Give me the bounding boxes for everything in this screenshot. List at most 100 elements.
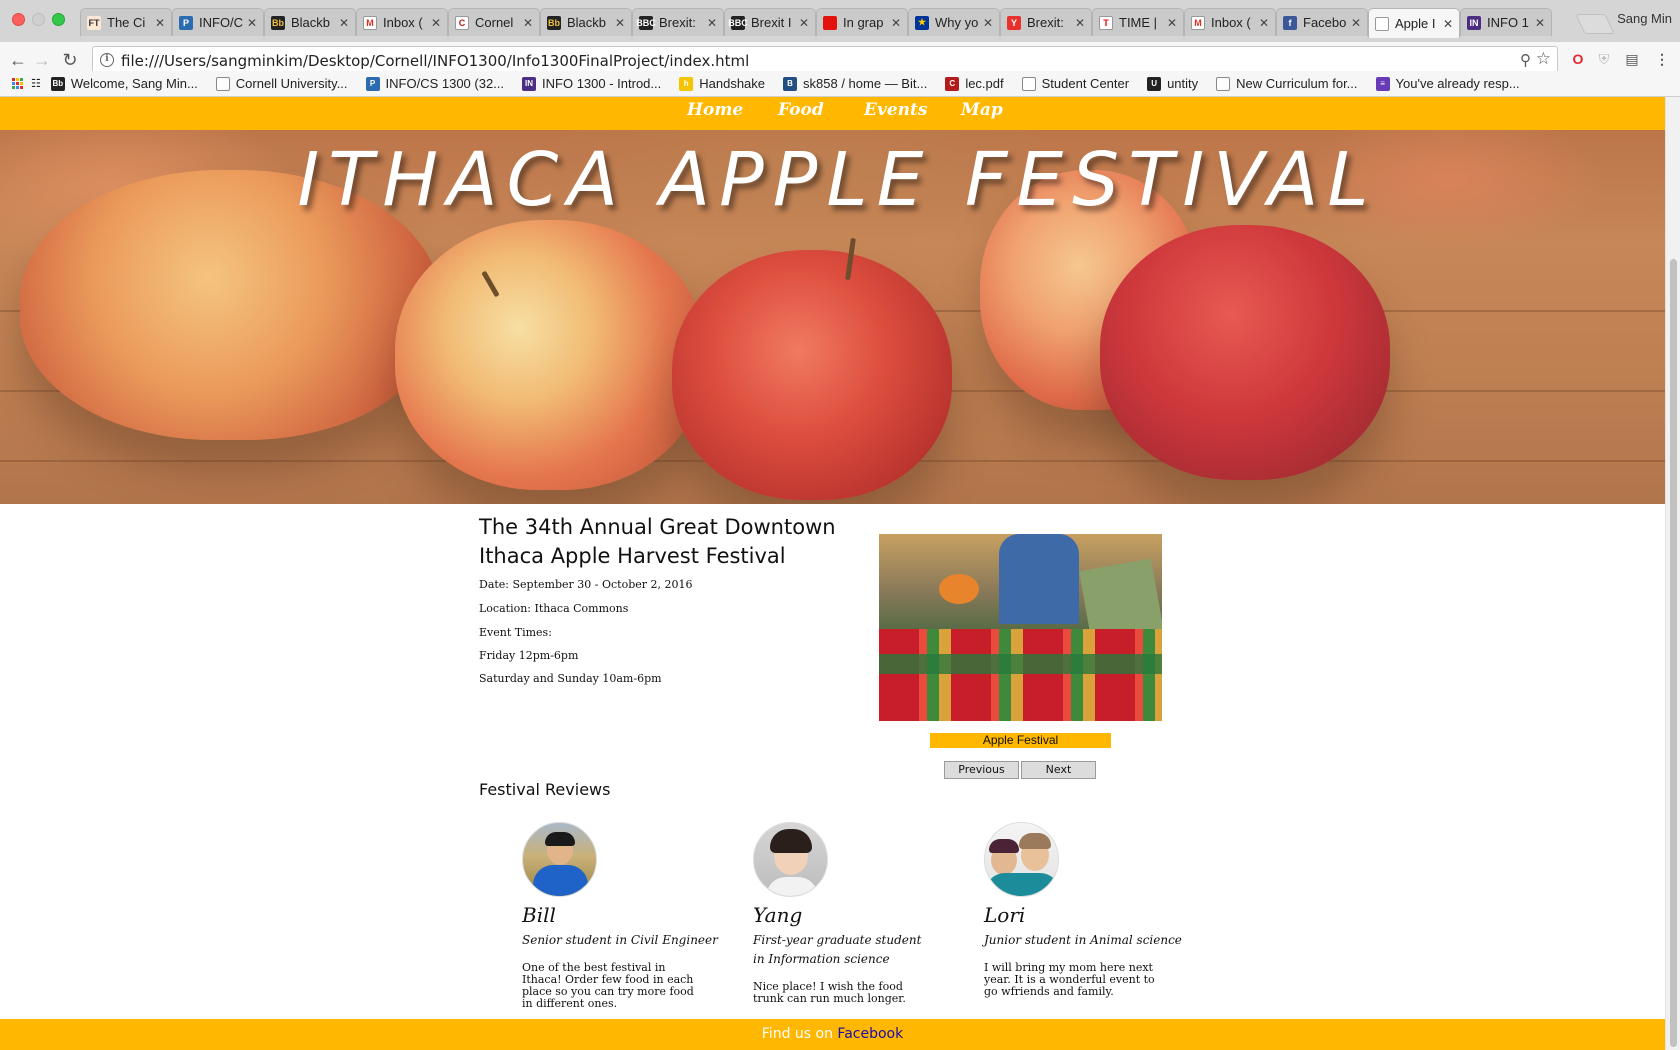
tab-close-icon[interactable]: ✕ (983, 16, 993, 30)
tab-title: INFO/C (199, 15, 243, 30)
bookmark-item[interactable]: Clec.pdf (945, 76, 1004, 91)
profile-name[interactable]: Sang Min (1617, 11, 1672, 26)
browser-tab[interactable]: f Facebo ✕ (1276, 8, 1368, 36)
browser-tab[interactable]: Apple I ✕ (1368, 8, 1460, 38)
window-close-button[interactable] (12, 13, 25, 26)
browser-tab[interactable]: BBC Brexit I ✕ (724, 8, 816, 36)
browser-tab[interactable]: FT The Ci ✕ (80, 8, 172, 36)
tab-close-icon[interactable]: ✕ (523, 16, 533, 30)
browser-tab[interactable]: BBC Brexit: ✕ (632, 8, 724, 36)
tab-close-icon[interactable]: ✕ (155, 16, 165, 30)
tab-title: Facebo (1303, 15, 1347, 30)
browser-tab[interactable]: Bb Blackb ✕ (540, 8, 632, 36)
bookmark-label: INFO 1300 - Introd... (542, 76, 662, 91)
tab-title: INFO 1 (1487, 15, 1529, 30)
tab-favicon-icon: Bb (547, 15, 561, 30)
tab-title: In grap (843, 15, 884, 30)
bookmark-item[interactable]: IN INFO 1300 - Introd... (522, 76, 661, 91)
bookmark-favicon-icon: IN (522, 76, 537, 91)
nav-food[interactable]: Food (778, 100, 824, 120)
shield-extension-icon[interactable]: ⛨ (1594, 49, 1614, 69)
zoom-icon[interactable]: ⚲ (1520, 51, 1531, 69)
bookmark-item[interactable]: h Handshake (679, 76, 765, 91)
bookmark-item[interactable]: Student Center (1021, 76, 1129, 91)
reload-icon[interactable]: ↻ (58, 48, 82, 72)
site-info-icon[interactable]: i (100, 53, 114, 67)
reviewer-name: Yang (753, 903, 803, 927)
tab-close-icon[interactable]: ✕ (615, 16, 625, 30)
browser-tab[interactable]: Bb Blackb ✕ (264, 8, 356, 36)
bookmark-item[interactable]: ≡ You've already resp... (1375, 76, 1520, 91)
hero-banner: ITHACA APPLE FESTIVAL (0, 130, 1665, 504)
window-minimize-button[interactable] (32, 13, 45, 26)
next-button[interactable]: Next (1021, 761, 1096, 779)
page-scrollbar[interactable] (1665, 97, 1680, 1050)
forward-arrow-icon[interactable]: → (30, 48, 54, 72)
bookmark-label: New Curriculum for... (1236, 76, 1358, 91)
bookmark-item[interactable]: P INFO/CS 1300 (32... (365, 76, 504, 91)
tab-close-icon[interactable]: ✕ (247, 16, 257, 30)
tab-favicon-icon: C (455, 15, 469, 30)
browser-tab[interactable]: In grap ✕ (816, 8, 908, 36)
tab-close-icon[interactable]: ✕ (1259, 16, 1269, 30)
basket-rims (879, 654, 1162, 674)
bookmark-label: untity (1167, 76, 1199, 91)
nav-events[interactable]: Events (864, 100, 927, 120)
apps-grid-icon[interactable] (12, 78, 23, 89)
bookmark-folder-icon[interactable]: ☷ (31, 77, 41, 90)
bookmark-label: lec.pdf (965, 76, 1004, 91)
tab-close-icon[interactable]: ✕ (1443, 17, 1453, 31)
browser-tab[interactable]: C Cornel ✕ (448, 8, 540, 36)
bookmark-item[interactable]: Bb Welcome, Sang Min... (50, 76, 198, 91)
nav-home[interactable]: Home (687, 100, 743, 120)
tab-close-icon[interactable]: ✕ (799, 16, 809, 30)
slideshow-caption: Apple Festival (930, 733, 1111, 748)
cast-icon[interactable]: ▤ (1622, 49, 1642, 69)
address-bar[interactable]: i file:///Users/sangminkim/Desktop/Corne… (92, 46, 1558, 74)
tab-favicon-icon: BBC (728, 15, 748, 30)
window-maximize-button[interactable] (52, 13, 65, 26)
bookmark-item[interactable]: Bsk858 / home — Bit... (783, 76, 927, 91)
menu-kebab-icon[interactable]: ⋮ (1652, 49, 1672, 69)
browser-tab[interactable]: T TIME | ✕ (1092, 8, 1184, 36)
opera-extension-icon[interactable]: O (1568, 49, 1588, 69)
tab-close-icon[interactable]: ✕ (707, 16, 717, 30)
bookmark-favicon-icon: C (945, 76, 960, 91)
review-card: Lori Junior student in Animal science I … (984, 822, 1184, 998)
tab-close-icon[interactable]: ✕ (1075, 16, 1085, 30)
back-arrow-icon[interactable]: ← (6, 48, 30, 72)
bookmark-star-icon[interactable]: ☆ (1536, 49, 1551, 69)
nav-map[interactable]: Map (961, 100, 1003, 120)
browser-tab[interactable]: Y Brexit: ✕ (1000, 8, 1092, 36)
browser-tab[interactable]: M Inbox (✕ (1184, 8, 1276, 36)
bookmark-item[interactable]: Cornell University... (215, 76, 348, 91)
new-tab-button[interactable] (1575, 14, 1615, 34)
browser-tab[interactable]: ★ Why yo ✕ (908, 8, 1000, 36)
url-text[interactable]: file:///Users/sangminkim/Desktop/Cornell… (121, 52, 749, 70)
browser-tab[interactable]: P INFO/C ✕ (172, 8, 264, 36)
tab-title: Brexit: (1027, 15, 1064, 30)
browser-tab[interactable]: M Inbox (✕ (356, 8, 448, 36)
tab-close-icon[interactable]: ✕ (339, 16, 349, 30)
tab-close-icon[interactable]: ✕ (1535, 16, 1545, 30)
previous-button[interactable]: Previous (944, 761, 1019, 779)
browser-tab[interactable]: IN INFO 1 ✕ (1460, 8, 1552, 36)
tab-title: Cornel (475, 15, 514, 30)
bookmark-item[interactable]: Uuntity (1147, 76, 1198, 91)
bookmark-favicon-icon (1021, 76, 1036, 91)
facebook-link[interactable]: Facebook (837, 1026, 903, 1042)
review-card: Bill Senior student in Civil Engineer On… (522, 822, 722, 1010)
review-text: One of the best festival in Ithaca! Orde… (522, 961, 694, 1010)
scrollbar-thumb[interactable] (1670, 259, 1677, 1047)
produce-baskets (879, 629, 1162, 721)
tab-favicon-icon (1375, 16, 1389, 31)
tab-close-icon[interactable]: ✕ (431, 16, 441, 30)
bookmark-label: Welcome, Sang Min... (70, 76, 198, 91)
tab-title: TIME | (1119, 15, 1158, 30)
bookmark-item[interactable]: New Curriculum for... (1216, 76, 1358, 91)
tab-close-icon[interactable]: ✕ (1167, 16, 1177, 30)
review-text: Nice place! I wish the food trunk can ru… (753, 980, 906, 1005)
tab-close-icon[interactable]: ✕ (891, 16, 901, 30)
tab-title: Brexit I (751, 15, 792, 30)
tab-close-icon[interactable]: ✕ (1351, 16, 1361, 30)
